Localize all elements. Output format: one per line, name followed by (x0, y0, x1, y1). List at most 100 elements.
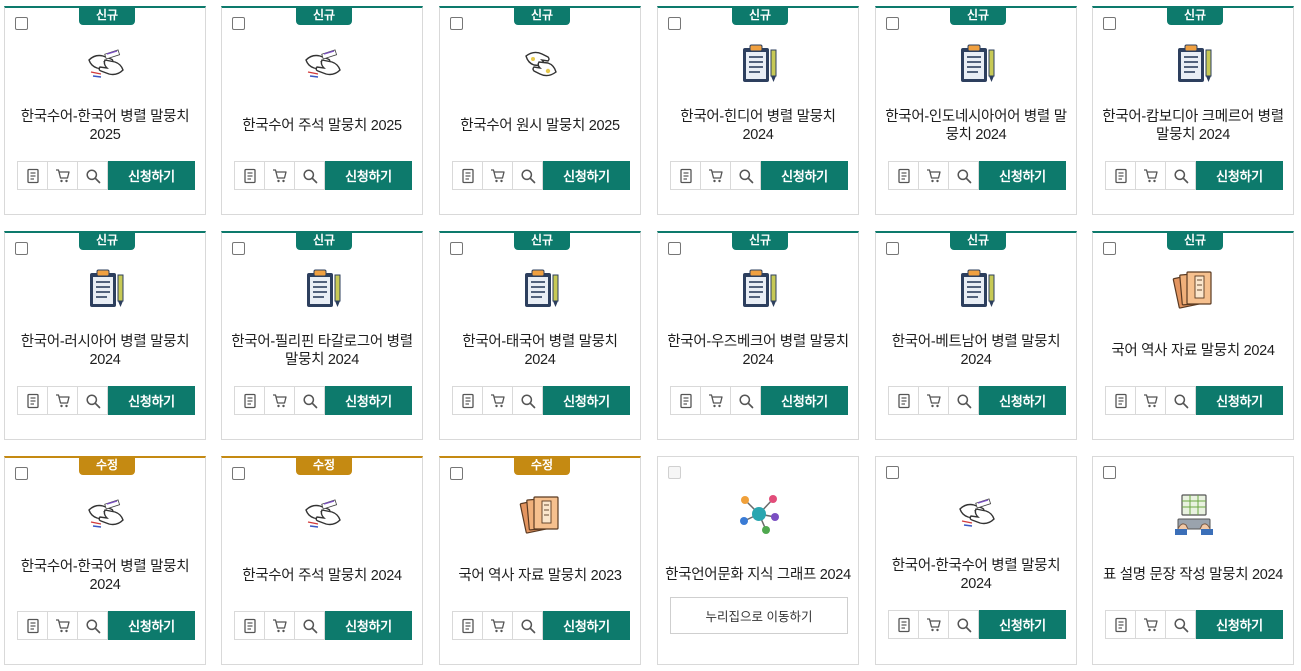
cart-button[interactable] (265, 386, 295, 415)
apply-button[interactable]: 신청하기 (979, 161, 1066, 190)
document-icon (242, 618, 258, 634)
detail-button[interactable] (452, 386, 483, 415)
apply-button[interactable]: 신청하기 (761, 161, 848, 190)
detail-button[interactable] (888, 386, 919, 415)
apply-button[interactable]: 신청하기 (979, 386, 1066, 415)
cart-button[interactable] (919, 610, 949, 639)
apply-button[interactable]: 신청하기 (543, 161, 630, 190)
preview-button[interactable] (731, 161, 761, 190)
go-to-website-button[interactable]: 누리집으로 이동하기 (670, 597, 848, 634)
preview-button[interactable] (1166, 610, 1196, 639)
detail-button[interactable] (1105, 386, 1136, 415)
cart-button[interactable] (483, 161, 513, 190)
apply-button[interactable]: 신청하기 (325, 611, 412, 640)
select-checkbox[interactable] (450, 242, 463, 255)
preview-button[interactable] (731, 386, 761, 415)
select-checkbox[interactable] (450, 467, 463, 480)
cart-button[interactable] (265, 611, 295, 640)
cart-button[interactable] (1136, 161, 1166, 190)
cart-button[interactable] (1136, 386, 1166, 415)
detail-button[interactable] (17, 611, 48, 640)
select-checkbox[interactable] (232, 467, 245, 480)
search-icon (85, 618, 101, 634)
apply-button[interactable]: 신청하기 (1196, 610, 1283, 639)
cart-button[interactable] (265, 161, 295, 190)
cart-button[interactable] (1136, 610, 1166, 639)
preview-button[interactable] (513, 611, 543, 640)
detail-button[interactable] (234, 161, 265, 190)
detail-button[interactable] (452, 611, 483, 640)
apply-button[interactable]: 신청하기 (543, 386, 630, 415)
cart-button[interactable] (48, 161, 78, 190)
cart-button[interactable] (48, 386, 78, 415)
select-checkbox[interactable] (15, 17, 28, 30)
apply-button[interactable]: 신청하기 (325, 386, 412, 415)
apply-button[interactable]: 신청하기 (108, 611, 195, 640)
detail-button[interactable] (1105, 161, 1136, 190)
preview-button[interactable] (1166, 386, 1196, 415)
preview-button[interactable] (295, 611, 325, 640)
detail-button[interactable] (234, 611, 265, 640)
select-checkbox[interactable] (450, 17, 463, 30)
clipboard-pencil-icon (954, 42, 1000, 88)
document-icon (896, 168, 912, 184)
document-icon (1113, 168, 1129, 184)
card-actions: 신청하기 (234, 161, 412, 190)
preview-button[interactable] (295, 386, 325, 415)
preview-button[interactable] (513, 386, 543, 415)
select-checkbox[interactable] (1103, 242, 1116, 255)
cart-icon (55, 618, 71, 634)
select-checkbox[interactable] (668, 242, 681, 255)
select-checkbox[interactable] (232, 17, 245, 30)
preview-button[interactable] (78, 611, 108, 640)
preview-button[interactable] (513, 161, 543, 190)
cart-button[interactable] (919, 161, 949, 190)
detail-button[interactable] (670, 386, 701, 415)
preview-button[interactable] (295, 161, 325, 190)
search-icon (956, 617, 972, 633)
detail-button[interactable] (17, 386, 48, 415)
select-checkbox[interactable] (232, 242, 245, 255)
select-checkbox[interactable] (886, 466, 899, 479)
select-checkbox[interactable] (668, 17, 681, 30)
apply-button[interactable]: 신청하기 (1196, 161, 1283, 190)
preview-button[interactable] (949, 610, 979, 639)
select-checkbox[interactable] (886, 242, 899, 255)
cart-button[interactable] (483, 386, 513, 415)
corpus-card: 신규 한국수어 원시 말뭉치 2025 신청하기 (439, 6, 641, 215)
preview-button[interactable] (1166, 161, 1196, 190)
cart-button[interactable] (701, 386, 731, 415)
select-checkbox[interactable] (1103, 17, 1116, 30)
corpus-card: 신규 한국어-베트남어 병렬 말뭉치 2024 신청하기 (875, 231, 1077, 440)
corpus-card: 신규 한국어-인도네시아어어 병렬 말뭉치 2024 신청하기 (875, 6, 1077, 215)
apply-button[interactable]: 신청하기 (543, 611, 630, 640)
apply-button[interactable]: 신청하기 (761, 386, 848, 415)
apply-button[interactable]: 신청하기 (1196, 386, 1283, 415)
apply-button[interactable]: 신청하기 (979, 610, 1066, 639)
preview-button[interactable] (78, 161, 108, 190)
select-checkbox[interactable] (886, 17, 899, 30)
corpus-title: 국어 역사 자료 말뭉치 2024 (1111, 343, 1275, 359)
apply-button[interactable]: 신청하기 (108, 386, 195, 415)
select-checkbox[interactable] (1103, 466, 1116, 479)
preview-button[interactable] (949, 161, 979, 190)
corpus-title: 한국어-캄보디아 크메르어 병렬 말뭉치 2024 (1102, 109, 1284, 143)
corpus-title: 국어 역사 자료 말뭉치 2023 (458, 568, 622, 584)
detail-button[interactable] (888, 161, 919, 190)
detail-button[interactable] (17, 161, 48, 190)
detail-button[interactable] (888, 610, 919, 639)
detail-button[interactable] (234, 386, 265, 415)
cart-button[interactable] (48, 611, 78, 640)
cart-button[interactable] (701, 161, 731, 190)
preview-button[interactable] (78, 386, 108, 415)
preview-button[interactable] (949, 386, 979, 415)
detail-button[interactable] (670, 161, 701, 190)
cart-button[interactable] (483, 611, 513, 640)
select-checkbox[interactable] (15, 242, 28, 255)
detail-button[interactable] (1105, 610, 1136, 639)
apply-button[interactable]: 신청하기 (108, 161, 195, 190)
select-checkbox[interactable] (15, 467, 28, 480)
cart-button[interactable] (919, 386, 949, 415)
detail-button[interactable] (452, 161, 483, 190)
apply-button[interactable]: 신청하기 (325, 161, 412, 190)
